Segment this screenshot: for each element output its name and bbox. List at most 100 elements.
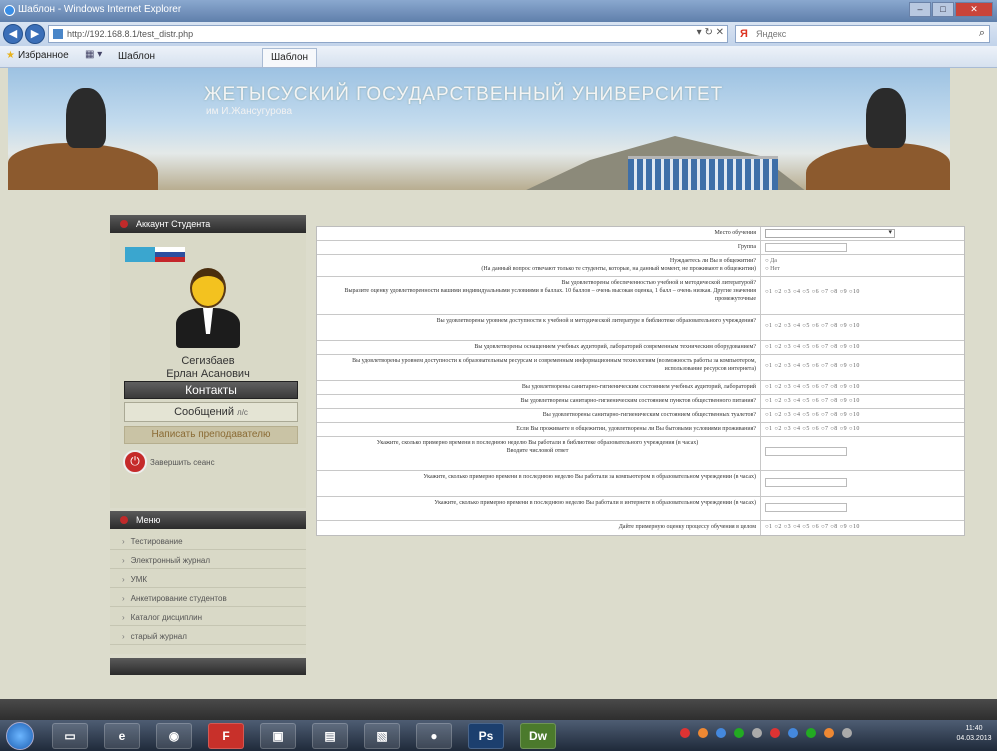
table-row: Вы удовлетворены санитарно-гигиеническим… <box>317 409 964 423</box>
library-hours-input[interactable] <box>765 447 847 456</box>
arrow-icon: › <box>122 613 125 622</box>
menu-item-journal[interactable]: › Электронный журнал <box>110 551 306 569</box>
rating-radios[interactable]: ○1 ○2 ○3 ○4 ○5 ○6 ○7 ○8 ○9 ○10 <box>765 279 963 296</box>
study-place-select[interactable] <box>765 228 895 238</box>
account-header: Аккаунт Студента <box>110 215 306 233</box>
statue-left-image <box>66 88 106 148</box>
rating-radios[interactable]: ○1 ○2 ○3 ○4 ○5 ○6 ○7 ○8 ○9 ○10 <box>765 397 963 405</box>
tray-icon[interactable] <box>734 728 744 738</box>
messages-button[interactable]: Сообщений л/с <box>124 402 298 422</box>
menu-item-survey[interactable]: › Анкетирование студентов <box>110 589 306 607</box>
question-text: Нуждаетесь ли Вы в общежитии? <box>669 258 756 264</box>
page-icon <box>53 29 63 39</box>
start-button[interactable] <box>6 722 34 750</box>
computer-hours-input[interactable] <box>765 478 847 487</box>
rock-right-image <box>806 143 950 190</box>
question-note: Выразите оценку удовлетворенности вашими… <box>344 288 756 302</box>
media-taskbar-icon[interactable]: ● <box>416 723 452 749</box>
rating-radios[interactable]: ○1 ○2 ○3 ○4 ○5 ○6 ○7 ○8 ○9 ○10 <box>765 523 963 531</box>
tray-icon[interactable] <box>680 728 690 738</box>
rating-radios[interactable]: ○1 ○2 ○3 ○4 ○5 ○6 ○7 ○8 ○9 ○10 <box>765 411 963 419</box>
question-cell: Вы удовлетворены обеспеченностью учебной… <box>317 277 761 314</box>
favorites-button[interactable]: ★ Избранное <box>6 50 69 61</box>
question-cell: Вы удовлетворены уровнем доступности к у… <box>317 315 761 340</box>
forward-button[interactable]: ▶ <box>25 24 45 44</box>
menu-item-testing[interactable]: › Тестирование <box>110 532 306 550</box>
question-cell: Вы удовлетворены уровнем доступности к о… <box>317 355 761 380</box>
internet-hours-input[interactable] <box>765 503 847 512</box>
rating-radios[interactable]: ○1 ○2 ○3 ○4 ○5 ○6 ○7 ○8 ○9 ○10 <box>765 317 963 330</box>
word-taskbar-icon[interactable]: ▧ <box>364 723 400 749</box>
table-row: Вы удовлетворены санитарно-гигиеническим… <box>317 395 964 409</box>
table-row: Вы удовлетворены оснащением учебных ауди… <box>317 341 964 355</box>
dorm-yes-radio[interactable]: ○ Да <box>765 257 963 265</box>
tray-icon[interactable] <box>770 728 780 738</box>
user-second-name: Ерлан Асанович <box>166 368 250 380</box>
question-cell: Укажите, сколько примерно времени в посл… <box>317 471 761 496</box>
answer-cell: ○ Да ○ Нет <box>763 255 963 276</box>
rating-radios[interactable]: ○1 ○2 ○3 ○4 ○5 ○6 ○7 ○8 ○9 ○10 <box>765 383 963 391</box>
clock-date: 04.03.2013 <box>956 735 992 742</box>
dreamweaver-taskbar-icon[interactable]: Dw <box>520 723 556 749</box>
address-bar[interactable]: http://192.168.8.1/test_distr.php ▾ ↻ ✕ <box>48 25 728 43</box>
statue-right-image <box>866 88 906 148</box>
volume-icon[interactable] <box>842 728 852 738</box>
save-taskbar-icon[interactable]: ▣ <box>260 723 296 749</box>
explorer-taskbar-icon[interactable]: ▭ <box>52 723 88 749</box>
write-teacher-button[interactable]: Написать преподавателю <box>124 426 298 444</box>
table-row: Вы удовлетворены обеспеченностью учебной… <box>317 277 964 315</box>
account-header-label: Аккаунт Студента <box>136 219 211 229</box>
ie-taskbar-icon[interactable]: e <box>104 723 140 749</box>
tray-icon[interactable] <box>788 728 798 738</box>
language-switch[interactable] <box>125 247 185 262</box>
search-icon[interactable]: ⌕ <box>979 27 985 40</box>
messages-label: Сообщений <box>174 406 234 418</box>
tray-icon[interactable] <box>716 728 726 738</box>
rating-radios[interactable]: ○1 ○2 ○3 ○4 ○5 ○6 ○7 ○8 ○9 ○10 <box>765 425 963 433</box>
menu-item-catalog[interactable]: › Каталог дисциплин <box>110 608 306 626</box>
answer-cell: ○1 ○2 ○3 ○4 ○5 ○6 ○7 ○8 ○9 ○10 <box>763 423 963 436</box>
group-input[interactable] <box>765 243 847 252</box>
back-button[interactable]: ◀ <box>3 24 23 44</box>
avatar-head <box>190 268 226 308</box>
firefox-taskbar-icon[interactable]: ◉ <box>156 723 192 749</box>
minimize-button[interactable]: – <box>909 2 931 17</box>
menu-item-old-journal[interactable]: › старый журнал <box>110 627 306 645</box>
page-footer-bar <box>0 699 997 720</box>
close-button[interactable]: ✕ <box>955 2 993 17</box>
tray-icon[interactable] <box>752 728 762 738</box>
refresh-icon[interactable]: ▾ ↻ ✕ <box>697 27 724 38</box>
power-icon[interactable]: ⏻ <box>123 450 147 474</box>
table-row: Вы удовлетворены санитарно-гигиеническим… <box>317 381 964 395</box>
tray-icon[interactable] <box>806 728 816 738</box>
logout-link[interactable]: ⏻ Завершить сеанс <box>123 450 303 474</box>
menu-header-label: Меню <box>136 515 161 525</box>
dorm-no-radio[interactable]: ○ Нет <box>765 265 963 273</box>
rating-radios[interactable]: ○1 ○2 ○3 ○4 ○5 ○6 ○7 ○8 ○9 ○10 <box>765 343 963 351</box>
tray-icon[interactable] <box>698 728 708 738</box>
maximize-button[interactable]: □ <box>932 2 954 17</box>
rock-left-image <box>8 143 158 190</box>
tray-icon[interactable] <box>824 728 834 738</box>
rating-radios[interactable]: ○1 ○2 ○3 ○4 ○5 ○6 ○7 ○8 ○9 ○10 <box>765 357 963 370</box>
menu-item-label: Анкетирование студентов <box>130 594 227 603</box>
menu-footer <box>110 658 306 675</box>
filezilla-taskbar-icon[interactable]: F <box>208 723 244 749</box>
menu-item-umk[interactable]: › УМК <box>110 570 306 588</box>
contacts-button[interactable]: Контакты <box>124 381 298 399</box>
app-taskbar-icon[interactable]: ▤ <box>312 723 348 749</box>
window-title: Шаблон - Windows Internet Explorer <box>18 4 182 15</box>
tab-2[interactable]: Шаблон <box>262 48 318 67</box>
photoshop-taskbar-icon[interactable]: Ps <box>468 723 504 749</box>
menu-item-label: Тестирование <box>130 537 183 546</box>
bullet-icon <box>120 220 128 228</box>
search-input[interactable]: Я Яндекс ⌕ <box>735 25 990 43</box>
tabs-grid-icon[interactable]: ▦ ▾ <box>85 49 102 60</box>
ru-flag-icon[interactable] <box>155 247 185 262</box>
answer-cell <box>763 497 963 520</box>
clock[interactable]: 11:40 04.03.2013 <box>953 724 995 744</box>
table-row: Укажите, сколько примерно времени в посл… <box>317 497 964 521</box>
kz-flag-icon[interactable] <box>125 247 155 262</box>
tab-1[interactable]: Шаблон <box>110 48 163 67</box>
arrow-icon: › <box>122 632 125 641</box>
